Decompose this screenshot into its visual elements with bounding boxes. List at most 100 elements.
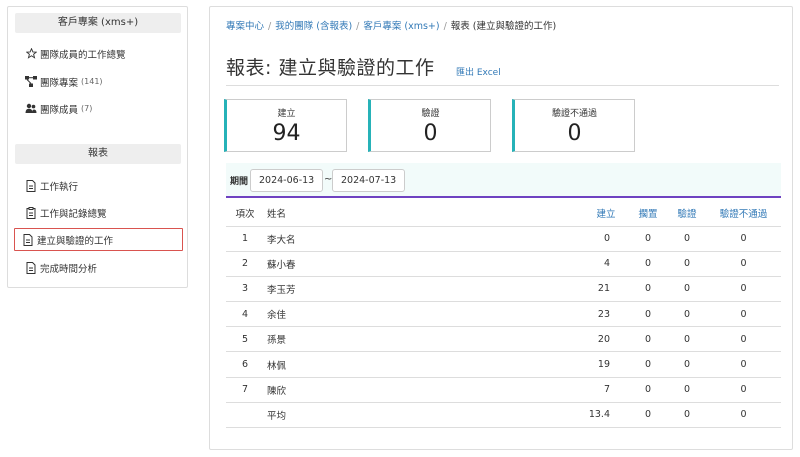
cell-verified: 0: [668, 226, 706, 252]
cell-index: 3: [226, 276, 264, 303]
breadcrumb-link-my-team[interactable]: 我的團隊 (含報表): [275, 21, 352, 32]
cell-index: 6: [226, 351, 264, 378]
cell-verify-failed: 0: [706, 276, 781, 303]
cell-name: 蘇小春: [264, 251, 584, 277]
sidebar-item-team-members[interactable]: 團隊成員 (7): [18, 98, 184, 119]
cell-verified: 0: [668, 351, 706, 378]
breadcrumb-current: 報表 (建立與驗證的工作): [450, 21, 557, 32]
clipboard-icon: [25, 206, 37, 219]
sidebar-item-label: 團隊成員的工作總覽: [40, 49, 126, 61]
cell-verify-failed: 0: [706, 351, 781, 378]
header-verify-failed[interactable]: 驗證不通過: [706, 201, 781, 227]
table-row: 4 余佳 23 0 0 0: [226, 301, 781, 328]
member-count: (7): [81, 104, 93, 113]
sidebar: 客戶專案 (xms+) 團隊成員的工作總覽 團隊專案 (141) 團隊成員 (7…: [7, 6, 188, 288]
stat-label: 建立: [277, 109, 296, 119]
table-row: 3 李玉芳 21 0 0 0: [226, 276, 781, 303]
breadcrumb-separator: /: [443, 21, 447, 32]
sidebar-item-work-execution[interactable]: 工作執行: [18, 175, 184, 196]
sidebar-item-label: 建立與驗證的工作: [37, 235, 114, 247]
table-row: 1 李大名 0 0 0 0: [226, 226, 781, 252]
cell-created: 23: [584, 301, 628, 328]
table-row: 6 林佩 19 0 0 0: [226, 351, 781, 378]
period-filter-bar: 期間 ~: [226, 163, 781, 198]
cell-verify-failed: 0: [706, 402, 781, 429]
cell-verify-failed: 0: [706, 326, 781, 353]
cell-verify-failed: 0: [706, 377, 781, 403]
cell-verified: 0: [668, 301, 706, 328]
cell-index: 7: [226, 377, 264, 403]
star-icon: [25, 48, 37, 60]
stat-value: 94: [272, 121, 301, 146]
file-icon: [22, 233, 34, 246]
table-row: 2 蘇小春 4 0 0 0: [226, 251, 781, 277]
stat-card-created: 建立 94: [224, 99, 347, 152]
sidebar-item-label: 工作執行: [40, 181, 79, 193]
stat-label: 驗證不通過: [551, 109, 597, 119]
cell-name: 余佳: [264, 301, 584, 328]
cell-on-hold: 0: [628, 351, 668, 378]
sidebar-item-team-projects[interactable]: 團隊專案 (141): [18, 71, 184, 92]
stat-value: 0: [567, 121, 582, 146]
stat-card-verify-failed: 驗證不通過 0: [512, 99, 635, 152]
breadcrumb: 專案中心 / 我的團隊 (含報表) / 客戶專案 (xms+) / 報表 (建立與驗證的工作…: [226, 18, 556, 32]
sidebar-item-work-record-overview[interactable]: 工作與記錄總覽: [18, 202, 184, 223]
sidebar-item-label: 團隊專案: [40, 77, 79, 89]
cell-index: 4: [226, 301, 264, 328]
cell-created: 13.4: [584, 402, 628, 429]
breadcrumb-separator: /: [356, 21, 360, 32]
sidebar-item-completion-time-analysis[interactable]: 完成時間分析: [18, 257, 184, 278]
header-on-hold[interactable]: 擱置: [628, 201, 668, 227]
start-date-input[interactable]: [250, 169, 323, 192]
cell-verified: 0: [668, 326, 706, 353]
cell-verified: 0: [668, 276, 706, 303]
sidebar-item-label: 工作與記錄總覽: [40, 208, 107, 220]
page-title: 報表: 建立與驗證的工作: [226, 57, 435, 79]
cell-created: 20: [584, 326, 628, 353]
sidebar-section-reports: 報表: [15, 144, 181, 164]
cell-verify-failed: 0: [706, 251, 781, 277]
stat-label: 驗證: [421, 109, 440, 119]
cell-on-hold: 0: [628, 301, 668, 328]
cell-name: 陳欣: [264, 377, 584, 403]
sidebar-section-customer-project: 客戶專案 (xms+): [15, 13, 181, 33]
cell-on-hold: 0: [628, 276, 668, 303]
stat-card-verified: 驗證 0: [368, 99, 491, 152]
users-icon: [25, 103, 37, 115]
breadcrumb-link-customer-project[interactable]: 客戶專案 (xms+): [363, 21, 439, 32]
breadcrumb-link-project-center[interactable]: 專案中心: [226, 21, 264, 32]
cell-name: 李玉芳: [264, 276, 584, 303]
cell-on-hold: 0: [628, 326, 668, 353]
sidebar-item-team-work-overview[interactable]: 團隊成員的工作總覽: [18, 43, 184, 64]
export-excel-link[interactable]: 匯出 Excel: [456, 65, 501, 78]
sidebar-item-label: 團隊成員: [40, 104, 79, 116]
cell-on-hold: 0: [628, 251, 668, 277]
sidebar-item-created-verified-work[interactable]: 建立與驗證的工作: [14, 228, 183, 251]
cell-on-hold: 0: [628, 377, 668, 403]
header-name: 姓名: [264, 201, 584, 227]
project-count: (141): [81, 77, 103, 86]
main-panel: 專案中心 / 我的團隊 (含報表) / 客戶專案 (xms+) / 報表 (建立與驗證的工作…: [209, 6, 793, 450]
table-average-row: 平均 13.4 0 0 0: [226, 402, 781, 429]
file-icon: [25, 261, 37, 274]
cell-created: 21: [584, 276, 628, 303]
project-tree-icon: [25, 76, 37, 88]
cell-index: 5: [226, 326, 264, 353]
cell-verified: 0: [668, 402, 706, 429]
table-row: 5 孫景 20 0 0 0: [226, 326, 781, 353]
header-index: 項次: [226, 201, 264, 227]
cell-verified: 0: [668, 377, 706, 403]
end-date-input[interactable]: [332, 169, 405, 192]
header-created[interactable]: 建立: [584, 201, 628, 227]
cell-created: 19: [584, 351, 628, 378]
cell-name: 平均: [264, 402, 584, 429]
cell-created: 7: [584, 377, 628, 403]
cell-index: 2: [226, 251, 264, 277]
report-table: 項次 姓名 建立 擱置 驗證 驗證不通過 1 李大名 0 0 0 0 2 蘇小春 4 0 0 0 3 李玉…: [226, 201, 781, 429]
cell-created: 4: [584, 251, 628, 277]
header-verified[interactable]: 驗證: [668, 201, 706, 227]
cell-created: 0: [584, 226, 628, 252]
cell-on-hold: 0: [628, 402, 668, 429]
cell-verify-failed: 0: [706, 226, 781, 252]
cell-verified: 0: [668, 251, 706, 277]
